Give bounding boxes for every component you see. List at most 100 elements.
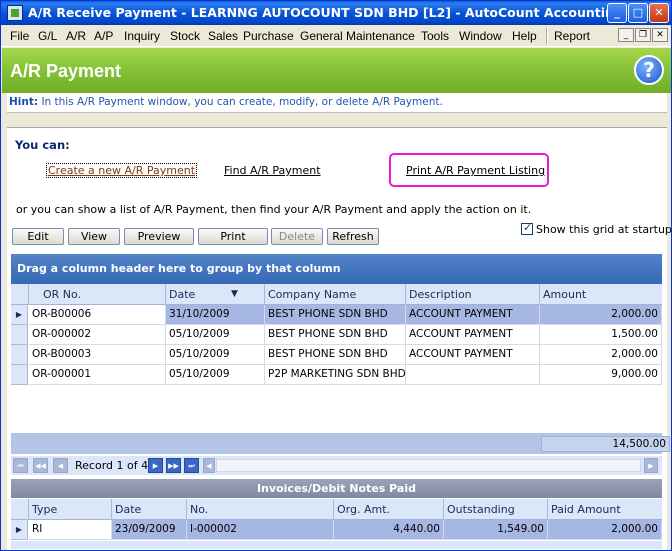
divider bbox=[7, 127, 667, 128]
subcell-date[interactable]: 23/09/2009 bbox=[112, 520, 187, 540]
view-button[interactable]: View bbox=[68, 228, 120, 245]
edit-button[interactable]: Edit bbox=[12, 228, 64, 245]
menu-file[interactable]: File bbox=[10, 29, 29, 43]
menu-ar[interactable]: A/R bbox=[66, 29, 86, 43]
cell-date[interactable]: 05/10/2009 bbox=[166, 325, 265, 345]
cell-amount[interactable]: 2,000.00 bbox=[540, 305, 662, 325]
minimize-button[interactable]: _ bbox=[607, 3, 627, 23]
cell-description[interactable] bbox=[406, 365, 540, 385]
help-icon[interactable]: ? bbox=[634, 55, 664, 85]
hint-text: In this A/R Payment window, you can crea… bbox=[41, 96, 443, 108]
record-navigator: ⏮ ◀◀ ◀ Record 1 of 4 ▶ ▶▶ ⏭ ◀ ▶ bbox=[11, 456, 662, 475]
cell-date[interactable]: 05/10/2009 bbox=[166, 365, 265, 385]
cell-description[interactable]: ACCOUNT PAYMENT bbox=[406, 305, 540, 325]
col-or-no[interactable]: OR No. bbox=[29, 284, 166, 305]
show-grid-option[interactable]: Show this grid at startup bbox=[521, 221, 672, 236]
print-listing-link[interactable]: Print A/R Payment Listing bbox=[406, 164, 545, 177]
menu-help[interactable]: Help bbox=[512, 29, 537, 43]
row-indicator bbox=[11, 325, 28, 345]
horizontal-scrollbar[interactable] bbox=[216, 459, 641, 472]
first-record-icon[interactable]: ⏮ bbox=[13, 458, 28, 473]
row-indicator bbox=[11, 345, 28, 365]
menu-general-maintenance[interactable]: General Maintenance bbox=[300, 29, 415, 43]
menu-gl[interactable]: G/L bbox=[38, 29, 57, 43]
mdi-restore-button[interactable]: ❐ bbox=[635, 28, 651, 42]
subcell-org-amt[interactable]: 4,440.00 bbox=[334, 520, 444, 540]
table-row[interactable]: OR-000001 05/10/2009 P2P MARKETING SDN B… bbox=[11, 365, 662, 385]
cell-or-no[interactable]: OR-B00006 bbox=[29, 305, 166, 325]
next-record-icon[interactable]: ▶ bbox=[148, 458, 163, 473]
cell-company[interactable]: BEST PHONE SDN BHD bbox=[265, 325, 406, 345]
next-page-icon[interactable]: ▶▶ bbox=[166, 458, 181, 473]
show-grid-label: Show this grid at startup bbox=[536, 223, 672, 236]
subgrid-row[interactable]: ▶ RI 23/09/2009 I-000002 4,440.00 1,549.… bbox=[11, 520, 662, 540]
menu-window[interactable]: Window bbox=[459, 29, 502, 43]
cell-description[interactable]: ACCOUNT PAYMENT bbox=[406, 325, 540, 345]
title-bar[interactable]: A/R Receive Payment - LEARNNG AUTOCOUNT … bbox=[1, 1, 671, 25]
col-company-name[interactable]: Company Name bbox=[265, 284, 406, 305]
scroll-right-icon[interactable]: ▶ bbox=[644, 458, 658, 473]
cell-amount[interactable]: 1,500.00 bbox=[540, 325, 662, 345]
cell-or-no[interactable]: OR-B00003 bbox=[29, 345, 166, 365]
cell-amount[interactable]: 9,000.00 bbox=[540, 365, 662, 385]
app-window: A/R Receive Payment - LEARNNG AUTOCOUNT … bbox=[0, 0, 672, 551]
subcell-type[interactable]: RI bbox=[29, 520, 112, 540]
table-row[interactable]: ▶ OR-B00006 31/10/2009 BEST PHONE SDN BH… bbox=[11, 305, 662, 325]
cell-company[interactable]: BEST PHONE SDN BHD bbox=[265, 345, 406, 365]
subcol-no[interactable]: No. bbox=[187, 499, 334, 520]
table-row[interactable]: OR-B00003 05/10/2009 BEST PHONE SDN BHD … bbox=[11, 345, 662, 365]
subcol-type[interactable]: Type bbox=[29, 499, 112, 520]
sort-desc-icon: ▼ bbox=[231, 289, 238, 299]
subcol-date[interactable]: Date bbox=[112, 499, 187, 520]
show-grid-checkbox[interactable] bbox=[521, 221, 533, 235]
refresh-button[interactable]: Refresh bbox=[327, 228, 379, 245]
menu-purchase[interactable]: Purchase bbox=[243, 29, 294, 43]
prev-record-icon[interactable]: ◀ bbox=[53, 458, 68, 473]
page-header: A/R Payment bbox=[2, 48, 671, 93]
mdi-minimize-button[interactable]: _ bbox=[618, 28, 634, 42]
hint-bar: Hint: In this A/R Payment window, you ca… bbox=[7, 93, 667, 113]
cell-company[interactable]: BEST PHONE SDN BHD bbox=[265, 305, 406, 325]
cell-or-no[interactable]: OR-000001 bbox=[29, 365, 166, 385]
subcol-paid-amount[interactable]: Paid Amount bbox=[548, 499, 662, 520]
window-title: A/R Receive Payment - LEARNNG AUTOCOUNT … bbox=[28, 5, 608, 20]
subgrid-scroll-area bbox=[11, 541, 662, 549]
col-amount[interactable]: Amount bbox=[540, 284, 662, 305]
last-record-icon[interactable]: ⏭ bbox=[184, 458, 199, 473]
cell-company[interactable]: P2P MARKETING SDN BHD bbox=[265, 365, 406, 385]
cell-or-no[interactable]: OR-000002 bbox=[29, 325, 166, 345]
subcell-no[interactable]: I-000002 bbox=[187, 520, 334, 540]
print-button[interactable]: Print bbox=[198, 228, 268, 245]
menu-inquiry[interactable]: Inquiry bbox=[124, 29, 160, 43]
cell-date[interactable]: 31/10/2009 bbox=[166, 305, 265, 325]
you-can-label: You can: bbox=[15, 138, 70, 152]
prev-page-icon[interactable]: ◀◀ bbox=[33, 458, 48, 473]
col-date[interactable]: Date bbox=[166, 284, 265, 305]
cell-description[interactable]: ACCOUNT PAYMENT bbox=[406, 345, 540, 365]
grid-header-indicator bbox=[11, 284, 29, 305]
create-payment-link[interactable]: Create a new A/R Payment bbox=[46, 163, 198, 178]
cell-date[interactable]: 05/10/2009 bbox=[166, 345, 265, 365]
subcell-paid-amount[interactable]: 2,000.00 bbox=[548, 520, 662, 540]
cell-amount[interactable]: 2,000.00 bbox=[540, 345, 662, 365]
delete-button[interactable]: Delete bbox=[271, 228, 323, 245]
subcol-outstanding[interactable]: Outstanding bbox=[444, 499, 548, 520]
menu-sales[interactable]: Sales bbox=[208, 29, 238, 43]
maximize-button[interactable]: □ bbox=[628, 3, 648, 23]
mdi-close-button[interactable]: ✕ bbox=[652, 28, 668, 42]
menu-report[interactable]: Report bbox=[554, 29, 590, 43]
subcol-org-amt[interactable]: Org. Amt. bbox=[334, 499, 444, 520]
find-payment-link[interactable]: Find A/R Payment bbox=[224, 164, 321, 177]
close-button[interactable]: ✕ bbox=[649, 3, 669, 23]
menu-ap[interactable]: A/P bbox=[94, 29, 113, 43]
scroll-left-icon[interactable]: ◀ bbox=[203, 458, 215, 473]
subgrid-header: Type Date No. Org. Amt. Outstanding Paid… bbox=[11, 499, 662, 520]
group-by-panel[interactable]: Drag a column header here to group by th… bbox=[11, 254, 662, 284]
menu-tools[interactable]: Tools bbox=[421, 29, 449, 43]
menu-separator bbox=[546, 28, 548, 44]
menu-stock[interactable]: Stock bbox=[170, 29, 200, 43]
col-description[interactable]: Description bbox=[406, 284, 540, 305]
table-row[interactable]: OR-000002 05/10/2009 BEST PHONE SDN BHD … bbox=[11, 325, 662, 345]
preview-button[interactable]: Preview bbox=[124, 228, 194, 245]
subcell-outstanding[interactable]: 1,549.00 bbox=[444, 520, 548, 540]
